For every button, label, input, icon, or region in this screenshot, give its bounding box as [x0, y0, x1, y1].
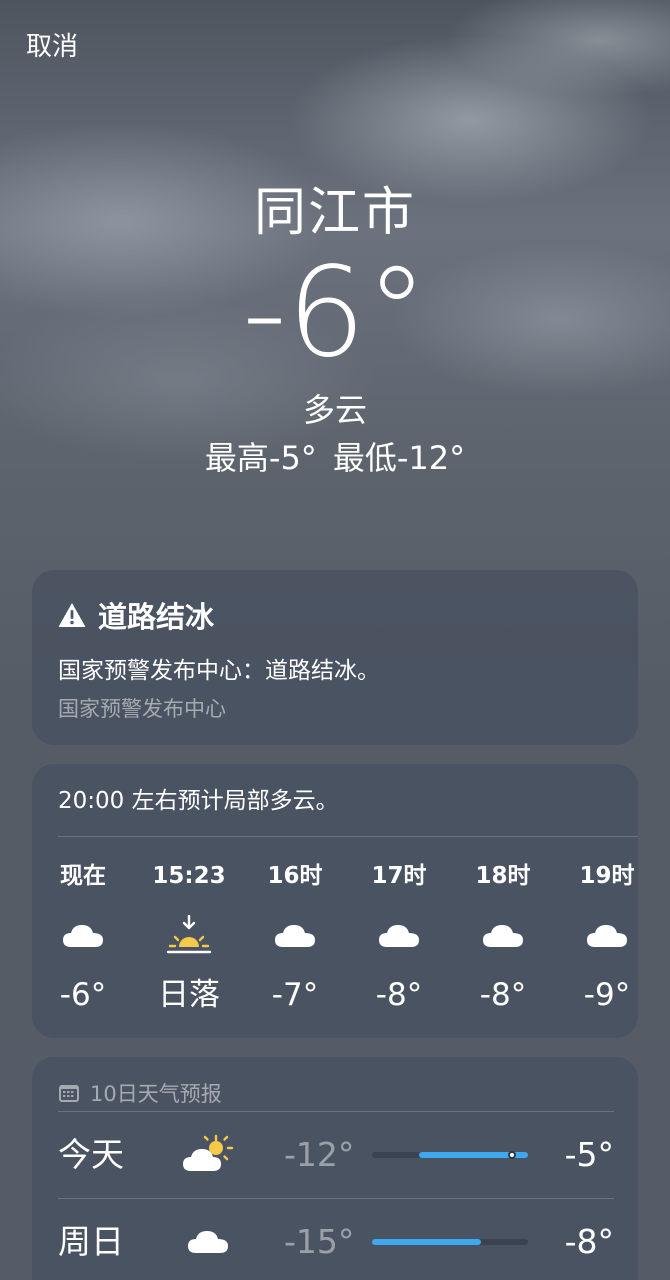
current-temperature: -6° [242, 241, 428, 385]
alert-source: 国家预警发布中心 [58, 697, 226, 721]
ten-day-forecast-card[interactable]: 10日天气预报 今天 -12° -5° 周日 -15° -8° [32, 1057, 638, 1280]
high-low-temperatures: 最高-5° 最低-12° [0, 438, 670, 478]
city-name: 同江市 [253, 183, 416, 243]
alert-description: 国家预警发布中心：道路结冰。 [58, 658, 380, 684]
weather-alert-card[interactable]: 道路结冰 国家预警发布中心：道路结冰。 国家预警发布中心 [32, 570, 638, 745]
hour-item: 15:23 日落 [144, 837, 234, 1015]
hour-label: 18时 [475, 863, 531, 889]
low-temperature: 最低-12° [332, 439, 466, 477]
hour-label: 15:23 [152, 863, 226, 889]
cloud-icon [180, 1219, 236, 1263]
ten-day-title: 10日天气预报 [90, 1082, 222, 1106]
hour-temperature: -7° [271, 977, 319, 1013]
day-row-sunday[interactable]: 周日 -15° -8° [32, 1199, 638, 1280]
temperature-range-fill [372, 1239, 482, 1245]
temperature-range-bar [372, 1151, 528, 1159]
day-name: 今天 [58, 1135, 124, 1174]
cloud-icon [354, 913, 444, 957]
hour-temperature: -8° [479, 977, 527, 1013]
temperature-range-bar [372, 1239, 528, 1245]
hour-temperature: -9° [583, 977, 631, 1013]
hour-item: 现在 -6° [38, 837, 128, 1015]
hour-item: 17时 -8° [354, 837, 444, 1015]
hourly-scroll-list[interactable]: 现在 -6° 15:23 日落 16时 -7° 17时 -8° 18时 -8° … [32, 837, 638, 1037]
cloud-icon [250, 913, 340, 957]
hour-label: 19时 [579, 863, 635, 889]
hour-label: 16时 [267, 863, 323, 889]
day-high-temp: -8° [564, 1222, 614, 1261]
current-weather-header: 同江市 -6° 多云 最高-5° 最低-12° [0, 180, 670, 478]
partly-sunny-icon [180, 1132, 236, 1176]
day-low-temp: -15° [284, 1222, 355, 1261]
day-name: 周日 [58, 1222, 124, 1261]
cancel-button[interactable]: 取消 [26, 26, 78, 63]
hour-item: 16时 -7° [250, 837, 340, 1015]
hourly-forecast-card[interactable]: 20:00 左右预计局部多云。 现在 -6° 15:23 日落 16时 -7° … [32, 764, 638, 1038]
hour-label: 17时 [371, 863, 427, 889]
hour-temperature: -8° [375, 977, 423, 1013]
cloud-icon [458, 913, 548, 957]
sunset-icon [144, 913, 234, 957]
day-low-temp: -12° [284, 1135, 355, 1174]
cloud-icon [562, 913, 652, 957]
hourly-summary: 20:00 左右预计局部多云。 [58, 788, 339, 814]
hour-temperature: -6° [59, 977, 107, 1013]
alert-title: 道路结冰 [98, 600, 215, 634]
current-condition: 多云 [302, 391, 367, 429]
calendar-icon [59, 1085, 79, 1102]
day-high-temp: -5° [564, 1135, 614, 1174]
hour-item: 18时 -8° [458, 837, 548, 1015]
alert-title-row: 道路结冰 [58, 594, 612, 636]
hour-label: 现在 [60, 863, 106, 889]
hour-item: 19时 -9° [562, 837, 652, 1015]
day-row-today[interactable]: 今天 -12° -5° [32, 1112, 638, 1198]
high-temperature: 最高-5° [204, 439, 317, 477]
ten-day-header: 10日天气预报 [32, 1057, 638, 1111]
hour-temperature: 日落 [158, 977, 220, 1013]
cloud-icon [38, 913, 128, 957]
warning-triangle-icon [58, 603, 86, 627]
